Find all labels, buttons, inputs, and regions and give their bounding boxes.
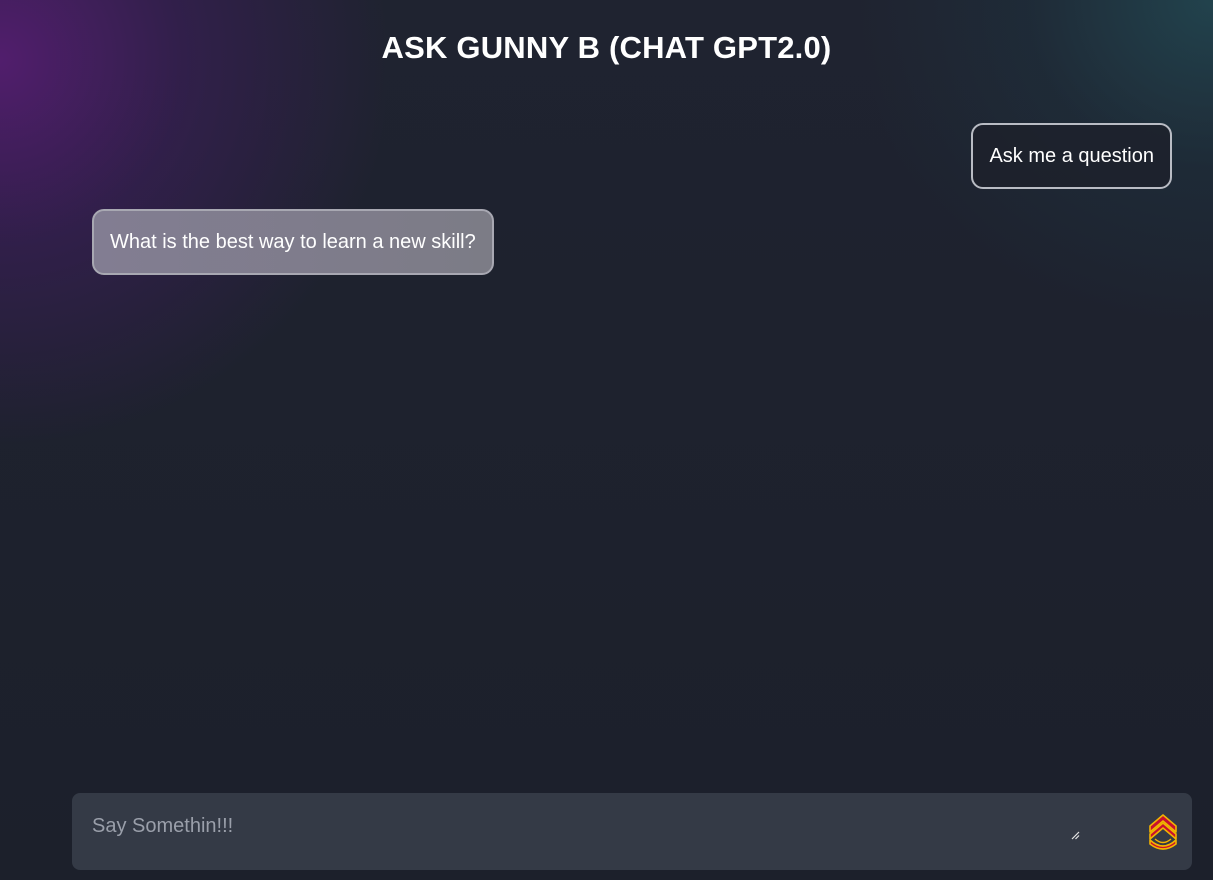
user-message-bubble: What is the best way to learn a new skil…: [92, 209, 494, 275]
sergeant-chevron-icon: [1149, 814, 1177, 850]
send-button[interactable]: [1148, 813, 1178, 851]
bot-message-bubble: Ask me a question: [971, 123, 1172, 189]
page-title: ASK GUNNY B (CHAT GPT2.0): [381, 30, 832, 65]
chat-composer: [72, 793, 1192, 870]
resize-handle-icon[interactable]: [1071, 831, 1080, 840]
message-input[interactable]: [72, 793, 1082, 843]
